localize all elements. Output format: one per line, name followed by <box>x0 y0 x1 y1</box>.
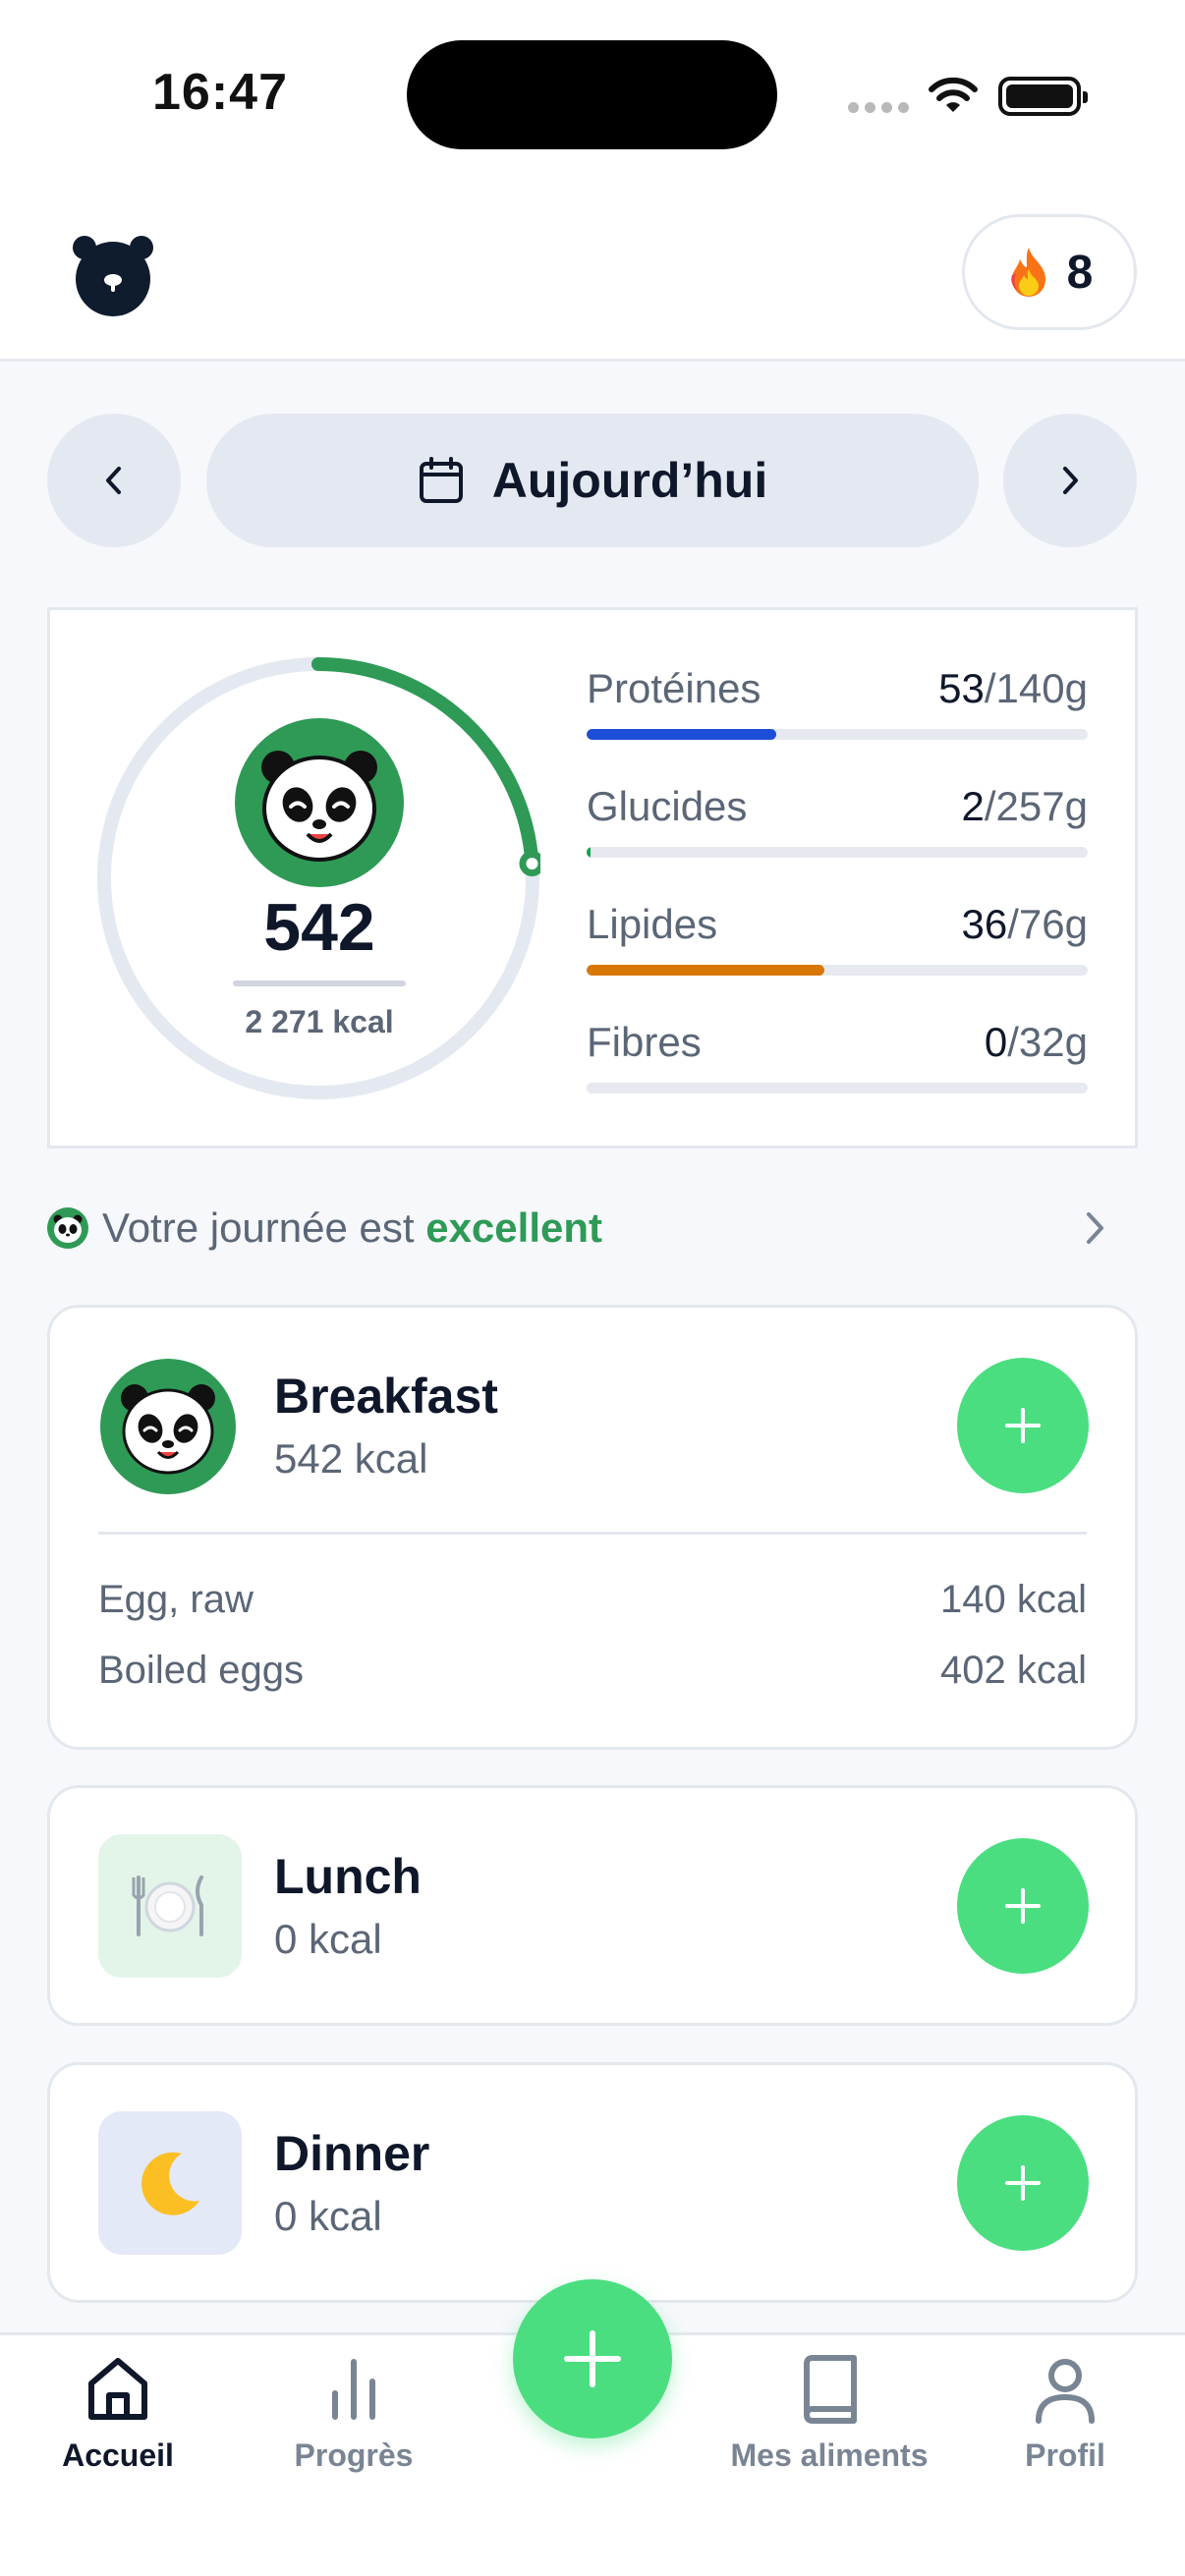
day-status-prefix: Votre journée est <box>102 1204 426 1251</box>
dynamic-island <box>407 40 777 149</box>
panda-meal-icon <box>100 1359 236 1494</box>
book-icon <box>804 2355 857 2424</box>
add-food-button[interactable] <box>957 1838 1089 1974</box>
food-item-name: Boiled eggs <box>98 1649 305 1692</box>
macro-track <box>587 847 1088 858</box>
macro-current: 53 <box>938 665 985 711</box>
macro-goal: /76g <box>1007 901 1088 947</box>
macro-track <box>587 729 1088 740</box>
meal-kcal: 0 kcal <box>274 2193 382 2239</box>
food-item-name: Egg, raw <box>98 1578 254 1621</box>
macro-row-fats: Lipides 36/76g <box>587 901 1088 989</box>
tab-label: Accueil <box>62 2437 174 2473</box>
person-icon <box>1036 2359 1095 2424</box>
plus-icon <box>1005 2165 1041 2201</box>
calories-goal: 2 271 kcal <box>245 1004 394 1039</box>
dinner-icon-tile <box>98 2111 242 2255</box>
chevron-right-icon <box>1063 467 1078 494</box>
calendar-icon <box>419 457 463 503</box>
macro-name: Protéines <box>587 665 762 711</box>
calorie-ring-knob-center <box>526 857 538 869</box>
macro-fill <box>587 847 592 858</box>
macro-name: Lipides <box>587 901 718 947</box>
plus-icon <box>564 2330 621 2387</box>
macro-current: 36 <box>961 901 1008 947</box>
calories-eaten: 542 <box>263 890 375 965</box>
tab-profile[interactable]: Profil <box>947 2354 1183 2474</box>
status-time: 16:47 <box>152 64 288 121</box>
macro-track <box>587 965 1088 976</box>
previous-day-button[interactable] <box>47 414 181 547</box>
tab-label: Mes aliments <box>730 2437 929 2473</box>
macro-fill <box>587 729 777 740</box>
macro-value: 36/76g <box>962 901 1088 948</box>
macro-current: 2 <box>961 783 985 829</box>
meal-divider <box>98 1532 1087 1535</box>
moon-icon <box>141 2152 199 2215</box>
streak-badge[interactable]: 8 <box>962 214 1137 330</box>
fire-icon <box>1010 248 1045 297</box>
macro-goal: /32g <box>1007 1019 1088 1065</box>
plus-icon <box>1005 1408 1041 1443</box>
meal-kcal: 0 kcal <box>274 1916 382 1962</box>
date-label: Aujourd’hui <box>491 453 768 508</box>
tab-home[interactable]: Accueil <box>0 2354 236 2474</box>
food-item-kcal: 140 kcal <box>940 1578 1087 1621</box>
tab-my-foods[interactable]: Mes aliments <box>711 2354 947 2474</box>
add-food-button[interactable] <box>957 1358 1089 1493</box>
calories-divider <box>233 980 406 986</box>
streak-count: 8 <box>1066 246 1094 299</box>
add-food-button[interactable] <box>957 2115 1089 2251</box>
meal-title: Lunch <box>274 1849 422 1904</box>
quick-add-button[interactable] <box>513 2279 672 2438</box>
day-status-row[interactable]: Votre journée est excellent <box>47 1199 1128 1258</box>
meal-kcal: 542 kcal <box>274 1435 428 1482</box>
home-icon <box>88 2358 147 2420</box>
cellular-signal-icon <box>848 102 909 113</box>
bar-chart-icon <box>332 2359 375 2420</box>
macro-value: 53/140g <box>938 665 1088 712</box>
meal-title: Dinner <box>274 2126 430 2181</box>
plate-cutlery-icon <box>132 1876 203 1936</box>
macro-goal: /257g <box>984 783 1088 829</box>
chevron-right-icon <box>1087 1212 1103 1244</box>
tab-label: Profil <box>1025 2437 1105 2473</box>
macro-name: Fibres <box>587 1019 702 1065</box>
chevron-left-icon <box>106 467 121 494</box>
day-status-rating: excellent <box>425 1204 602 1251</box>
macro-row-fiber: Fibres 0/32g <box>587 1019 1088 1107</box>
meal-title: Breakfast <box>274 1369 498 1424</box>
macro-current: 0 <box>984 1019 1008 1065</box>
macro-track <box>587 1083 1088 1093</box>
macro-row-carbs: Glucides 2/257g <box>587 783 1088 871</box>
macro-goal: /140g <box>984 665 1088 711</box>
lunch-icon-tile <box>98 1834 242 1978</box>
macro-fill <box>587 965 824 976</box>
bear-logo-icon <box>73 236 153 316</box>
tab-progress[interactable]: Progrès <box>236 2354 472 2474</box>
day-status-text: Votre journée est excellent <box>102 1204 602 1252</box>
wifi-icon <box>929 77 978 112</box>
next-day-button[interactable] <box>1003 414 1137 547</box>
macro-value: 0/32g <box>985 1019 1088 1066</box>
panda-mascot-icon <box>235 718 404 887</box>
macro-name: Glucides <box>587 783 748 829</box>
macro-row-proteins: Protéines 53/140g <box>587 665 1088 754</box>
tab-label: Progrès <box>294 2437 414 2473</box>
plus-icon <box>1005 1888 1041 1924</box>
macro-value: 2/257g <box>962 783 1088 830</box>
date-selector[interactable]: Aujourd’hui <box>206 414 979 547</box>
battery-icon <box>998 77 1088 116</box>
food-item-kcal: 402 kcal <box>940 1649 1087 1692</box>
panda-small-icon <box>47 1207 88 1249</box>
